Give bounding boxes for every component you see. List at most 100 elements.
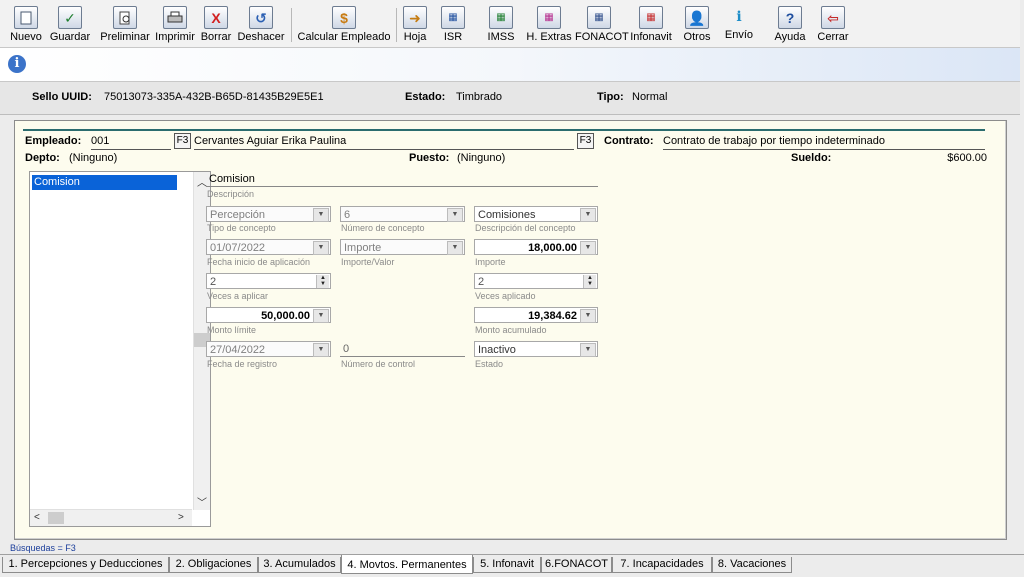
otros-button[interactable]: 👤 Otros [681, 6, 713, 46]
chevron-down-icon[interactable]: ▼ [447, 208, 463, 222]
search-hint: Búsquedas = F3 [10, 543, 76, 553]
isr-button[interactable]: ▦ ISR [438, 6, 468, 46]
calcular-empleado-button[interactable]: $ Calcular Empleado [296, 6, 392, 46]
fecha-registro-field[interactable]: 27/04/2022 ▼ [206, 341, 331, 357]
nuevo-button[interactable]: Nuevo [8, 6, 44, 46]
printer-icon [163, 6, 187, 29]
chevron-down-icon[interactable]: ▼ [313, 208, 329, 222]
ayuda-button[interactable]: ? Ayuda [772, 6, 808, 46]
tab-movtos-permanentes[interactable]: 4. Movtos. Permanentes [341, 555, 473, 574]
scroll-right-icon[interactable]: > [178, 512, 184, 523]
horas-extras-button[interactable]: ▦ H. Extras [524, 6, 574, 46]
borrar-button[interactable]: X Borrar [199, 6, 233, 46]
numero-concepto-select[interactable]: 6 ▼ [340, 206, 465, 222]
tipo-value: Normal [632, 91, 668, 103]
importe-field[interactable]: 18,000.00 ▼ [474, 239, 598, 255]
nuevo-label: Nuevo [10, 31, 42, 43]
chevron-down-icon[interactable]: ▼ [580, 241, 596, 255]
envio-button[interactable]: i Envío [722, 6, 756, 46]
horizontal-scrollbar[interactable]: < > [30, 509, 192, 526]
concept-list[interactable]: Comision ︿ ﹀ < > [29, 171, 211, 527]
monto-limite-value: 50,000.00 [261, 310, 310, 322]
toolbar: Nuevo ✓ Guardar Preliminar Imprimir X Bo… [0, 0, 1020, 48]
tipo-concepto-caption: Tipo de concepto [207, 223, 276, 233]
cerrar-label: Cerrar [817, 31, 849, 43]
chevron-down-icon[interactable]: ▼ [580, 208, 596, 222]
scroll-thumb-horizontal[interactable] [48, 512, 64, 524]
sueldo-value: $600.00 [947, 152, 987, 164]
monto-limite-field[interactable]: 50,000.00 ▼ [206, 307, 331, 323]
descripcion-concepto-select[interactable]: Comisiones ▼ [474, 206, 598, 222]
tipo-label: Tipo: [597, 91, 624, 103]
info-icon[interactable]: i [8, 55, 26, 73]
tab-acumulados[interactable]: 3. Acumulados [258, 557, 341, 573]
fecha-inicio-field[interactable]: 01/07/2022 ▼ [206, 239, 331, 255]
sello-uuid-value: 75013073-335A-432B-B65D-81435B29E5E1 [104, 91, 324, 103]
chevron-down-icon[interactable]: ▼ [313, 309, 329, 323]
cerrar-button[interactable]: ⇦ Cerrar [814, 6, 852, 46]
imprimir-label: Imprimir [155, 31, 195, 43]
chevron-down-icon[interactable]: ▼ [313, 343, 329, 357]
chevron-down-icon[interactable]: ▼ [580, 309, 596, 323]
tab-fonacot[interactable]: 6.FONACOT [541, 557, 612, 573]
tab-bar: 1. Percepciones y Deducciones 2. Obligac… [0, 554, 1024, 577]
puesto-value: (Ninguno) [457, 152, 506, 164]
guardar-label: Guardar [49, 31, 91, 43]
estado-select-value: Inactivo [478, 344, 516, 356]
chevron-down-icon[interactable]: ▼ [313, 241, 329, 255]
importe-value: 18,000.00 [528, 242, 577, 254]
monto-acumulado-field[interactable]: 19,384.62 ▼ [474, 307, 598, 323]
tab-vacaciones[interactable]: 8. Vacaciones [712, 557, 792, 573]
contrato-f3-button[interactable]: F3 [577, 133, 594, 149]
send-info-icon: i [736, 8, 742, 25]
toolbar-separator [291, 8, 292, 42]
tab-infonavit[interactable]: 5. Infonavit [473, 557, 541, 573]
scroll-down-icon[interactable]: ﹀ [197, 494, 207, 509]
chevron-down-icon[interactable]: ▼ [580, 343, 596, 357]
veces-aplicar-spinner[interactable]: 2 ▲ ▼ [206, 273, 331, 289]
fecha-inicio-value: 01/07/2022 [210, 242, 266, 254]
list-item[interactable]: Comision [32, 175, 177, 190]
contrato-label: Contrato: [604, 135, 654, 147]
estado-value: Timbrado [456, 91, 503, 103]
empleado-name: Cervantes Aguiar Erika Paulina [194, 135, 574, 150]
fonacot-calc-icon: ▦ [587, 6, 611, 29]
sello-uuid-label: Sello UUID: [32, 91, 92, 103]
invoice-header: Sello UUID: 75013073-335A-432B-B65D-8143… [0, 82, 1020, 115]
empleado-f3-button[interactable]: F3 [174, 133, 191, 149]
descripcion-input[interactable]: Comision [206, 171, 598, 187]
overtime-calc-icon: ▦ [537, 6, 561, 29]
imss-button[interactable]: ▦ IMSS [484, 6, 518, 46]
tab-percepciones[interactable]: 1. Percepciones y Deducciones [2, 557, 169, 573]
imprimir-button[interactable]: Imprimir [155, 6, 195, 46]
guardar-button[interactable]: ✓ Guardar [48, 6, 92, 46]
veces-aplicado-spinner[interactable]: 2 ▲ ▼ [474, 273, 598, 289]
hoja-button[interactable]: ➜ Hoja [400, 6, 430, 46]
toolbar-separator [396, 8, 397, 42]
numero-concepto-caption: Número de concepto [341, 223, 425, 233]
spinner-arrows-icon[interactable]: ▲ ▼ [583, 275, 596, 288]
tipo-concepto-select[interactable]: Percepción ▼ [206, 206, 331, 222]
spinner-arrows-icon[interactable]: ▲ ▼ [316, 275, 329, 288]
infonavit-button[interactable]: ▦ Infonavit [626, 6, 676, 46]
importe-valor-select[interactable]: Importe ▼ [340, 239, 465, 255]
preliminar-button[interactable]: Preliminar [100, 6, 150, 46]
infonavit-calc-icon: ▦ [639, 6, 663, 29]
sheet-icon: ➜ [403, 6, 427, 29]
empleado-number-field[interactable]: 001 [91, 135, 171, 150]
fecha-inicio-caption: Fecha inicio de aplicación [207, 257, 311, 267]
chevron-down-icon[interactable]: ▼ [447, 241, 463, 255]
fonacot-button[interactable]: ▦ FONACOT [575, 6, 629, 46]
depto-value: (Ninguno) [69, 152, 118, 164]
isr-calc-icon: ▦ [441, 6, 465, 29]
tab-obligaciones[interactable]: 2. Obligaciones [169, 557, 258, 573]
fonacot-label: FONACOT [575, 31, 629, 43]
isr-label: ISR [443, 31, 463, 43]
sueldo-label: Sueldo: [791, 152, 832, 164]
scroll-left-icon[interactable]: < [34, 512, 40, 523]
deshacer-button[interactable]: ↺ Deshacer [236, 6, 286, 46]
descripcion-caption: Descripción [207, 189, 255, 199]
tab-incapacidades[interactable]: 7. Incapacidades [612, 557, 712, 573]
estado-select[interactable]: Inactivo ▼ [474, 341, 598, 357]
numero-control-input[interactable]: 0 [340, 341, 465, 357]
